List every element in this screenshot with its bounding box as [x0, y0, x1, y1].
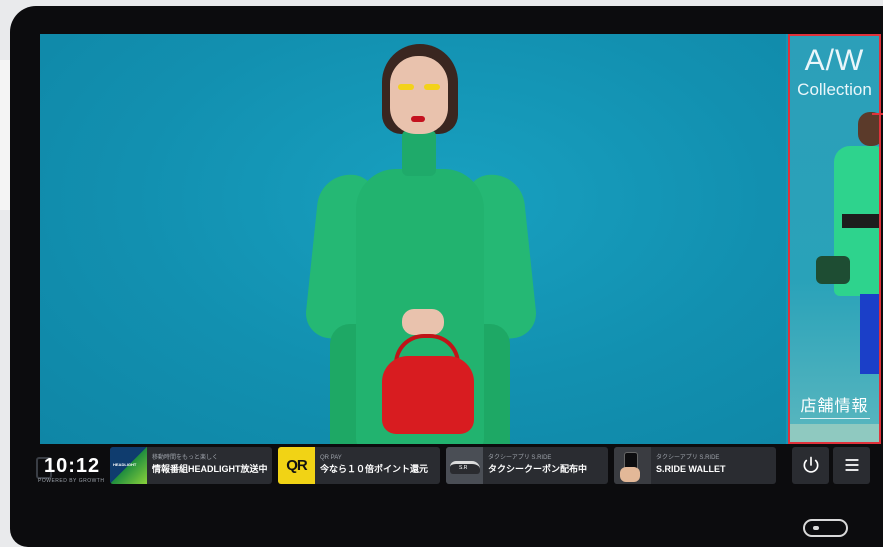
content-card-taxi-coupon[interactable]: タクシーアプリ S.RIDE タクシークーポン配布中 [446, 446, 608, 484]
qr-logo-text: QR [286, 456, 307, 474]
side-ad-subtitle: Collection [797, 80, 872, 99]
headlight-thumb-label: HEADLIGHT [113, 461, 137, 467]
device-home-button[interactable] [803, 519, 848, 537]
fashion-model-image [290, 44, 550, 444]
tablet-device: A/W Collection 店舗情報 10:12 POWERED BY GRO… [10, 6, 883, 547]
stand-edge [0, 60, 10, 210]
content-card-sride-wallet[interactable]: タクシーアプリ S.RIDE S.RIDE WALLET [614, 446, 776, 484]
power-icon [803, 456, 818, 473]
qr-pay-logo-icon: QR [278, 446, 315, 484]
clock: 10:12 POWERED BY GROWTH [36, 443, 110, 487]
highlight-callout-line [872, 113, 883, 115]
content-card-qr-pay[interactable]: QR QR PAY 今なら１０倍ポイント還元 [278, 446, 440, 484]
menu-button[interactable] [833, 446, 870, 484]
red-handbag [382, 356, 474, 434]
power-button[interactable] [792, 446, 829, 484]
headlight-thumbnail-icon: HEADLIGHT [110, 446, 147, 484]
side-ad-title: A/W [804, 44, 865, 77]
card-title: 情報番組HEADLIGHT放送中 [152, 464, 268, 474]
card-subtitle: タクシーアプリ S.RIDE [488, 455, 552, 461]
taxi-car-icon [446, 446, 483, 484]
store-info-link[interactable]: 店舗情報 [790, 392, 879, 419]
bottom-bar: 10:12 POWERED BY GROWTH HEADLIGHT 移動時間をも… [30, 440, 871, 490]
card-subtitle: QR PAY [320, 455, 342, 461]
card-title: タクシークーポン配布中 [488, 464, 588, 474]
powered-by-label: POWERED BY GROWTH [38, 478, 105, 484]
card-title: S.RIDE WALLET [656, 464, 726, 474]
card-subtitle: タクシーアプリ S.RIDE [656, 455, 720, 461]
smartphone-icon [614, 446, 651, 484]
side-model-image [812, 106, 879, 376]
menu-icon [844, 459, 859, 471]
screen: A/W Collection 店舗情報 [40, 34, 881, 444]
card-subtitle: 移動時間をもっと楽しく [152, 455, 219, 461]
side-ad-panel[interactable]: A/W Collection 店舗情報 [788, 34, 881, 444]
card-title: 今なら１０倍ポイント還元 [320, 464, 429, 474]
clock-time: 10:12 [44, 455, 101, 477]
content-card-headlight[interactable]: HEADLIGHT 移動時間をもっと楽しく 情報番組HEADLIGHT放送中 [110, 446, 272, 484]
main-advertisement[interactable] [40, 34, 786, 444]
